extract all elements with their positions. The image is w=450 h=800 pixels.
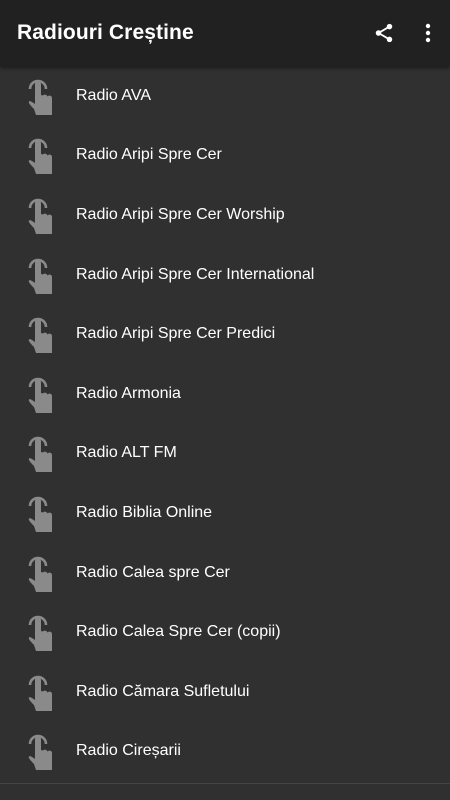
- station-label: Radio Aripi Spre Cer Worship: [76, 205, 285, 223]
- touch-icon: [22, 195, 56, 235]
- touch-icon: [22, 314, 56, 354]
- station-label: Radio Armonia: [76, 384, 181, 402]
- touch-icon: [22, 76, 56, 116]
- list-item[interactable]: Radio Aripi Spre Cer Predici: [0, 304, 450, 364]
- touch-icon: [22, 433, 56, 473]
- app-bar-actions: [362, 0, 450, 66]
- touch-icon: [22, 255, 56, 295]
- station-label: Radio Calea Spre Cer (copii): [76, 623, 281, 641]
- bottom-divider: [0, 783, 450, 784]
- station-label: Radio Calea spre Cer: [76, 563, 230, 581]
- station-label: Radio Biblia Online: [76, 503, 213, 521]
- touch-icon: [22, 731, 56, 771]
- touch-icon: [22, 135, 56, 175]
- list-item[interactable]: Radio Armonia: [0, 364, 450, 424]
- touch-icon: [22, 493, 56, 533]
- station-label: Radio Cămara Sufletului: [76, 682, 250, 700]
- list-item[interactable]: Radio Aripi Spre Cer: [0, 126, 450, 186]
- touch-icon: [22, 612, 56, 652]
- list-item[interactable]: Radio Aripi Spre Cer Worship: [0, 185, 450, 245]
- list-item[interactable]: Radio Cireșarii: [0, 722, 450, 782]
- list-item[interactable]: Radio ALT FM: [0, 424, 450, 484]
- list-item[interactable]: Radio Biblia Online: [0, 483, 450, 543]
- list-item[interactable]: Radio Aripi Spre Cer International: [0, 245, 450, 305]
- app-title: Radiouri Creștine: [17, 21, 194, 44]
- touch-icon: [22, 672, 56, 712]
- list-item[interactable]: Radio Calea Spre Cer (copii): [0, 602, 450, 662]
- more-vert-icon: [425, 23, 431, 43]
- station-list: Radio AVA Radio Aripi Spre Cer Radio Ari…: [0, 66, 450, 800]
- station-label: Radio AVA: [76, 86, 152, 104]
- list-item[interactable]: Radio Cămara Sufletului: [0, 662, 450, 722]
- share-icon: [375, 23, 393, 43]
- list-item[interactable]: Radio Calea spre Cer: [0, 543, 450, 603]
- list-item[interactable]: Radio AVA: [0, 66, 450, 126]
- app-bar: Radiouri Creștine: [0, 0, 450, 66]
- station-label: Radio Cireșarii: [76, 742, 181, 760]
- station-label: Radio ALT FM: [76, 444, 177, 462]
- touch-icon: [22, 374, 56, 414]
- overflow-menu-button[interactable]: [406, 0, 450, 66]
- touch-icon: [22, 553, 56, 593]
- share-button[interactable]: [362, 0, 406, 66]
- station-label: Radio Aripi Spre Cer: [76, 146, 222, 164]
- station-label: Radio Aripi Spre Cer International: [76, 265, 315, 283]
- station-label: Radio Aripi Spre Cer Predici: [76, 325, 276, 343]
